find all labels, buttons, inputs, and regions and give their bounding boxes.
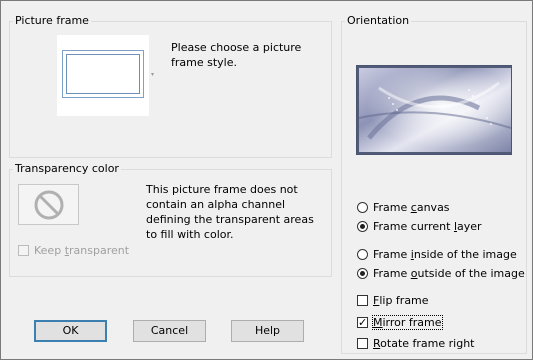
- frame-current-layer-label: Frame current layer: [373, 219, 482, 233]
- frame-style-dropdown-arrow[interactable]: ▾: [151, 71, 154, 78]
- frame-outside-label: Frame outside of the image: [373, 266, 525, 280]
- flip-frame-label: Flip frame: [373, 293, 429, 307]
- frame-canvas-label: Frame canvas: [373, 200, 450, 214]
- frame-inside-radio-dot: [357, 248, 368, 260]
- flip-frame-box: [357, 294, 368, 306]
- frame-outside-radio[interactable]: Frame outside of the image: [357, 265, 525, 281]
- frame-canvas-radio-dot: [357, 201, 368, 213]
- frame-inside-radio[interactable]: Frame inside of the image: [357, 246, 517, 262]
- frame-current-layer-radio-dot: [357, 220, 368, 232]
- frame-style-prompt: Please choose a picture frame style.: [171, 41, 302, 69]
- picture-frame-title: Picture frame: [13, 14, 91, 27]
- rotate-frame-right-box: [357, 337, 368, 349]
- orientation-preview-image: [359, 68, 511, 152]
- no-symbol-icon: [34, 190, 64, 220]
- mirror-frame-box: ✓: [357, 315, 368, 329]
- transparency-color-swatch: [18, 184, 79, 225]
- frame-outside-radio-dot: [357, 267, 368, 279]
- ok-button[interactable]: OK: [34, 320, 107, 342]
- frame-style-thumbnail: [62, 50, 144, 98]
- transparency-message: This picture frame does not contain an a…: [146, 183, 314, 241]
- frame-inside-label: Frame inside of the image: [373, 247, 517, 261]
- frame-canvas-radio[interactable]: Frame canvas: [357, 199, 450, 215]
- keep-transparent-checkbox[interactable]: Keep transparent: [18, 242, 129, 258]
- orientation-preview: [356, 65, 512, 155]
- frame-current-layer-radio[interactable]: Frame current layer: [357, 218, 482, 234]
- cancel-button[interactable]: Cancel: [133, 320, 206, 342]
- mirror-frame-label: Mirror frame: [372, 314, 443, 330]
- keep-transparent-box: [18, 244, 29, 256]
- transparency-title: Transparency color: [13, 162, 121, 175]
- rotate-frame-right-checkbox[interactable]: Rotate frame right: [357, 335, 474, 351]
- flip-frame-checkbox[interactable]: Flip frame: [357, 292, 429, 308]
- mirror-frame-checkbox[interactable]: ✓ Mirror frame: [357, 314, 443, 330]
- keep-transparent-label: Keep transparent: [34, 243, 130, 257]
- orientation-title: Orientation: [345, 14, 412, 27]
- rotate-frame-right-label: Rotate frame right: [373, 336, 475, 350]
- help-button[interactable]: Help: [231, 320, 304, 342]
- frame-style-preview[interactable]: [57, 35, 149, 116]
